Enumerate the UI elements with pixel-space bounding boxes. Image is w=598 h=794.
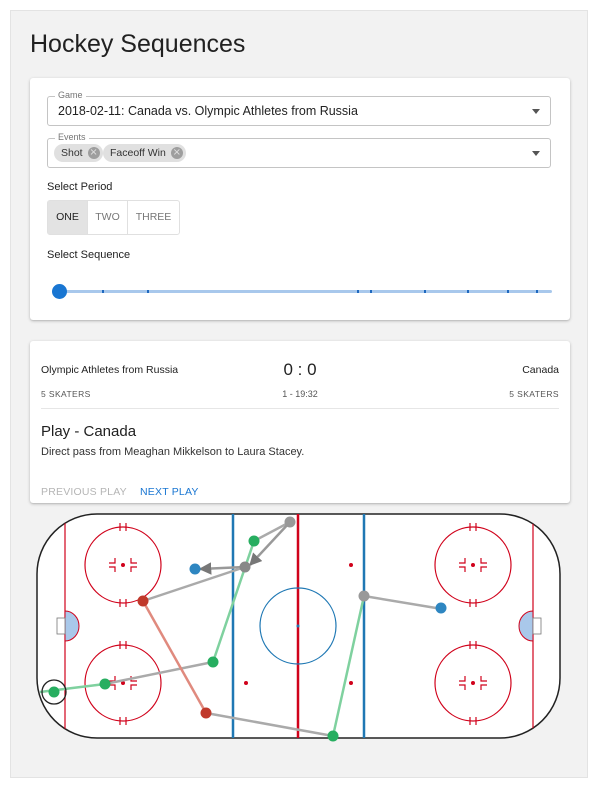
away-skaters: 5 SKATERS bbox=[509, 389, 559, 399]
period-button-two[interactable]: TWO bbox=[88, 201, 128, 234]
event-marker bbox=[358, 590, 370, 602]
event-marker bbox=[48, 686, 60, 698]
period-button-one[interactable]: ONE bbox=[48, 201, 88, 234]
hockey-rink bbox=[36, 513, 561, 742]
period-label: Select Period bbox=[47, 181, 113, 193]
slider-mark bbox=[357, 290, 359, 293]
play-title: Play - Canada bbox=[41, 423, 137, 440]
game-select-value: 2018-02-11: Canada vs. Olympic Athletes … bbox=[58, 104, 358, 118]
chevron-down-icon[interactable] bbox=[532, 151, 540, 156]
play-card: Olympic Athletes from Russia 5 SKATERS 0… bbox=[30, 341, 570, 503]
game-clock: 1 - 19:32 bbox=[282, 389, 318, 399]
slider-mark bbox=[424, 290, 426, 293]
previous-play-button[interactable]: PREVIOUS PLAY bbox=[41, 486, 127, 498]
event-marker bbox=[248, 535, 260, 547]
event-marker bbox=[435, 602, 447, 614]
slider-mark bbox=[507, 290, 509, 293]
home-team-name: Olympic Athletes from Russia bbox=[41, 364, 179, 376]
event-marker bbox=[284, 516, 296, 528]
home-skaters: 5 SKATERS bbox=[41, 389, 91, 399]
away-team-name: Canada bbox=[522, 364, 559, 376]
filters-card: Game 2018-02-11: Canada vs. Olympic Athl… bbox=[30, 78, 570, 320]
score: 0 : 0 bbox=[283, 360, 317, 379]
event-chip-label: Faceoff Win bbox=[110, 147, 166, 159]
event-marker bbox=[189, 563, 201, 575]
event-marker bbox=[327, 730, 339, 742]
event-chip-shot[interactable]: Shot × bbox=[54, 144, 103, 162]
next-play-button[interactable]: NEXT PLAY bbox=[140, 486, 199, 498]
events-select-legend: Events bbox=[55, 132, 89, 142]
remove-chip-icon[interactable]: × bbox=[87, 147, 100, 159]
chevron-down-icon[interactable] bbox=[532, 109, 540, 114]
event-marker bbox=[99, 678, 111, 690]
game-select[interactable]: Game 2018-02-11: Canada vs. Olympic Athl… bbox=[47, 90, 551, 126]
event-marker bbox=[200, 707, 212, 719]
remove-chip-icon[interactable]: × bbox=[170, 147, 183, 159]
play-description: Direct pass from Meaghan Mikkelson to La… bbox=[41, 446, 305, 458]
period-toggle-group: ONE TWO THREE bbox=[47, 200, 180, 235]
page-title: Hockey Sequences bbox=[30, 30, 246, 58]
events-select[interactable]: Events Shot × Faceoff Win × bbox=[47, 132, 551, 168]
rink-surface bbox=[36, 513, 561, 739]
slider-mark bbox=[536, 290, 538, 293]
slider-mark bbox=[370, 290, 372, 293]
sequence-label: Select Sequence bbox=[47, 249, 131, 261]
event-chip-label: Shot bbox=[61, 147, 83, 159]
slider-thumb[interactable] bbox=[52, 284, 67, 299]
slider-mark bbox=[467, 290, 469, 293]
event-marker bbox=[239, 561, 251, 573]
slider-mark bbox=[147, 290, 149, 293]
slider-rail[interactable] bbox=[52, 290, 552, 293]
period-button-three[interactable]: THREE bbox=[128, 201, 179, 234]
event-marker bbox=[207, 656, 219, 668]
sequence-slider[interactable] bbox=[52, 284, 552, 300]
slider-mark bbox=[102, 290, 104, 293]
divider bbox=[41, 408, 559, 409]
event-chip-faceoff-win[interactable]: Faceoff Win × bbox=[103, 144, 186, 162]
game-select-legend: Game bbox=[55, 90, 86, 100]
event-marker bbox=[137, 595, 149, 607]
